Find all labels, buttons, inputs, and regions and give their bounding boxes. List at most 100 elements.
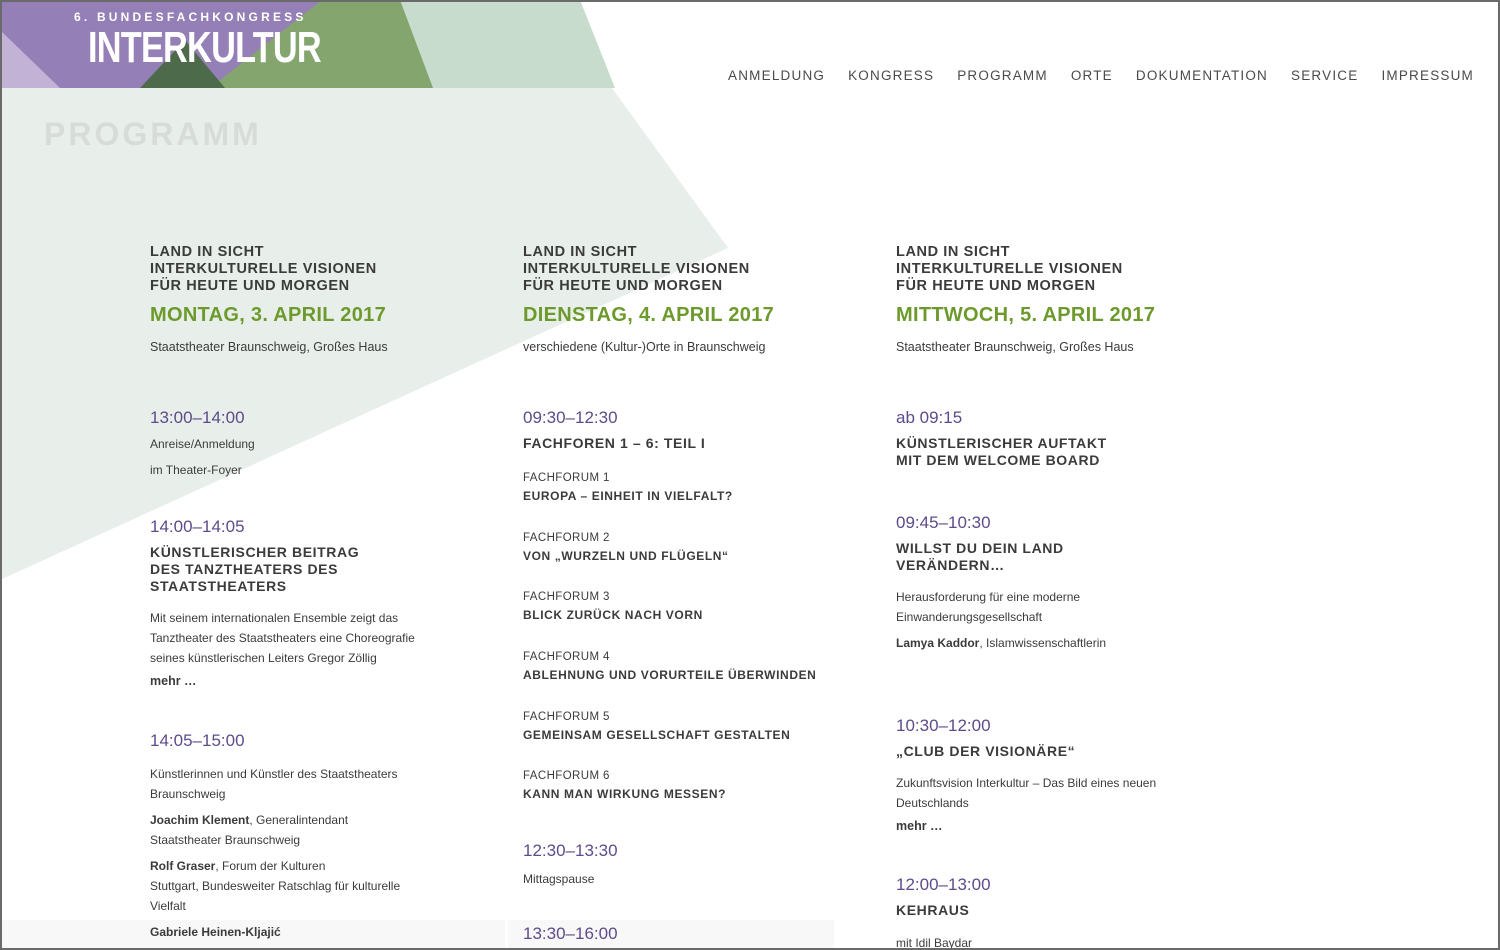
- fachforum-label: FACHFORUM 6: [523, 770, 610, 782]
- event-time: 09:45–10:30: [896, 513, 991, 532]
- event-title: FACHFOREN 1 – 6: TEIL I: [523, 435, 706, 451]
- event-block: 09:45–10:30 WILLST DU DEIN LAND VERÄNDER…: [896, 513, 1196, 653]
- day-heading-line: FÜR HEUTE UND MORGEN: [150, 278, 350, 294]
- site-logo[interactable]: 6. BUNDESFACHKONGRESS INTERKULTUR: [74, 10, 387, 70]
- event-block: 13:00–14:00 Anreise/Anmeldung im Theater…: [150, 408, 450, 480]
- day-venue: verschiedene (Kultur-)Orte in Braunschwe…: [523, 340, 766, 354]
- day-heading-line: INTERKULTURELLE VISIONEN: [523, 261, 750, 277]
- nav-orte[interactable]: ORTE: [1071, 68, 1113, 83]
- event-text: Braunschweig: [150, 787, 226, 801]
- speaker-line: Gabriele Heinen-Kljajić: [150, 922, 450, 942]
- day-date: MONTAG, 3. APRIL 2017: [150, 304, 386, 326]
- day-date: MITTWOCH, 5. APRIL 2017: [896, 304, 1156, 326]
- fachforum-title: BLICK ZURÜCK NACH VORN: [523, 608, 703, 622]
- event-time: ab 09:15: [896, 408, 963, 427]
- logo-kicker: 6. BUNDESFACHKONGRESS: [74, 10, 307, 24]
- event-block: 09:30–12:30 FACHFOREN 1 – 6: TEIL I: [523, 408, 823, 452]
- event-time: 12:30–13:30: [523, 841, 618, 860]
- day-heading-line: LAND IN SICHT: [523, 244, 638, 260]
- fachforum-item[interactable]: FACHFORUM 1 EUROPA – EINHEIT IN VIELFALT…: [523, 472, 823, 503]
- fachforum-title: VON „WURZELN UND FLÜGELN“: [523, 549, 729, 563]
- speaker-role: , Forum der Kulturen: [215, 859, 326, 873]
- event-title: „CLUB DER VISIONÄRE“: [896, 743, 1076, 759]
- event-description: Herausforderung für eine moderne: [896, 590, 1081, 604]
- day-heading-line: LAND IN SICHT: [896, 244, 1011, 260]
- event-title: MIT DEM WELCOME BOARD: [896, 452, 1100, 468]
- event-text: Künstlerinnen und Künstler des Staatsthe…: [150, 767, 398, 781]
- event-description: Zukunftsvision Interkultur – Das Bild ei…: [896, 776, 1157, 790]
- nav-anmeldung[interactable]: ANMELDUNG: [728, 68, 825, 83]
- event-block: 12:30–13:30 Mittagspause: [523, 841, 823, 889]
- fachforum-title: ABLEHNUNG UND VORURTEILE ÜBERWINDEN: [523, 668, 817, 682]
- fachforum-label: FACHFORUM 3: [523, 591, 610, 603]
- day-column-monday: LAND IN SICHT INTERKULTURELLE VISIONEN F…: [150, 244, 450, 939]
- fachforum-label: FACHFORUM 2: [523, 532, 610, 544]
- event-title: WILLST DU DEIN LAND: [896, 540, 1064, 556]
- event-time: 13:00–14:00: [150, 408, 245, 427]
- event-time: 10:30–12:00: [896, 716, 991, 735]
- event-text: Mittagspause: [523, 872, 595, 886]
- nav-dokumentation[interactable]: DOKUMENTATION: [1136, 68, 1268, 83]
- fachforum-item[interactable]: FACHFORUM 5 GEMEINSAM GESELLSCHAFT GESTA…: [523, 711, 823, 742]
- fachforum-label: FACHFORUM 4: [523, 651, 610, 663]
- day-column-wednesday: LAND IN SICHT INTERKULTURELLE VISIONEN F…: [896, 244, 1196, 950]
- day-heading-line: INTERKULTURELLE VISIONEN: [896, 261, 1123, 277]
- event-block: 14:05–15:00 Künstlerinnen und Künstler d…: [150, 731, 450, 942]
- event-description: Deutschlands: [896, 796, 969, 810]
- event-block: ab 09:15 KÜNSTLERISCHER AUFTAKT MIT DEM …: [896, 408, 1196, 469]
- speaker-name: Joachim Klement: [150, 813, 250, 827]
- speaker-line: Lamya Kaddor, Islamwissenschaftlerin: [896, 633, 1196, 653]
- event-text: im Theater-Foyer: [150, 463, 242, 477]
- day-heading-line: LAND IN SICHT: [150, 244, 265, 260]
- fachforum-item[interactable]: FACHFORUM 2 VON „WURZELN UND FLÜGELN“: [523, 532, 823, 563]
- event-title: STAATSTHEATERS: [150, 578, 287, 594]
- day-heading-line: FÜR HEUTE UND MORGEN: [896, 278, 1096, 294]
- page-title: PROGRAMM: [44, 116, 262, 152]
- more-link[interactable]: mehr …: [150, 674, 450, 688]
- event-time: 14:05–15:00: [150, 731, 245, 750]
- speaker-name: Gabriele Heinen-Kljajić: [150, 925, 281, 939]
- speaker-role: , Generalintendant: [249, 813, 349, 827]
- day-date: DIENSTAG, 4. APRIL 2017: [523, 304, 775, 326]
- fachforum-title: GEMEINSAM GESELLSCHAFT GESTALTEN: [523, 728, 791, 742]
- fachforum-label: FACHFORUM 5: [523, 711, 610, 723]
- fachforum-title: EUROPA – EINHEIT IN VIELFALT?: [523, 489, 733, 503]
- speaker-name: Lamya Kaddor: [896, 636, 980, 650]
- event-text: mit Idil Baydar: [896, 936, 973, 950]
- speaker-role: Vielfalt: [150, 899, 186, 913]
- speaker-role: , Islamwissenschaftlerin: [979, 636, 1107, 650]
- event-description: Mit seinem internationalen Ensemble zeig…: [150, 611, 399, 625]
- speaker-role: Staatstheater Braunschweig: [150, 833, 301, 847]
- event-time: 09:30–12:30: [523, 408, 618, 427]
- speaker-name: Rolf Graser: [150, 859, 216, 873]
- more-link[interactable]: mehr …: [896, 819, 1196, 833]
- event-time: 12:00–13:00: [896, 875, 991, 894]
- nav-programm[interactable]: PROGRAMM: [957, 68, 1048, 83]
- speaker-role: Stuttgart, Bundesweiter Ratschlag für ku…: [150, 879, 401, 893]
- event-block: 13:30–16:00: [523, 924, 823, 944]
- event-description: Einwanderungsgesellschaft: [896, 610, 1043, 624]
- event-block: 10:30–12:00 „CLUB DER VISIONÄRE“ Zukunft…: [896, 716, 1196, 833]
- event-description: seines künstlerischen Leiters Gregor Zöl…: [150, 651, 377, 665]
- day-column-tuesday: LAND IN SICHT INTERKULTURELLE VISIONEN F…: [523, 244, 823, 943]
- event-title: KÜNSTLERISCHER BEITRAG: [150, 544, 360, 560]
- event-block: 12:00–13:00 KEHRAUS mit Idil Baydar: [896, 875, 1196, 950]
- fachforum-title: KANN MAN WIRKUNG MESSEN?: [523, 787, 727, 801]
- day-venue: Staatstheater Braunschweig, Großes Haus: [150, 340, 388, 354]
- speaker-line: Rolf Graser, Forum der Kulturen: [150, 856, 450, 876]
- day-heading-line: INTERKULTURELLE VISIONEN: [150, 261, 377, 277]
- event-title: VERÄNDERN…: [896, 557, 1005, 573]
- fachforum-item[interactable]: FACHFORUM 3 BLICK ZURÜCK NACH VORN: [523, 591, 823, 622]
- event-title: KEHRAUS: [896, 902, 970, 918]
- nav-kongress[interactable]: KONGRESS: [848, 68, 934, 83]
- fachforum-item[interactable]: FACHFORUM 6 KANN MAN WIRKUNG MESSEN?: [523, 770, 823, 801]
- speaker-line: Joachim Klement, Generalintendant: [150, 810, 450, 830]
- event-description: Tanztheater des Staatstheaters eine Chor…: [150, 631, 415, 645]
- event-time: 13:30–16:00: [523, 924, 618, 943]
- event-title: DES TANZTHEATERS DES: [150, 561, 339, 577]
- nav-impressum[interactable]: IMPRESSUM: [1381, 68, 1474, 83]
- day-venue: Staatstheater Braunschweig, Großes Haus: [896, 340, 1134, 354]
- nav-service[interactable]: SERVICE: [1291, 68, 1358, 83]
- logo-wordmark: INTERKULTUR: [88, 23, 322, 72]
- fachforum-item[interactable]: FACHFORUM 4 ABLEHNUNG UND VORURTEILE ÜBE…: [523, 651, 823, 682]
